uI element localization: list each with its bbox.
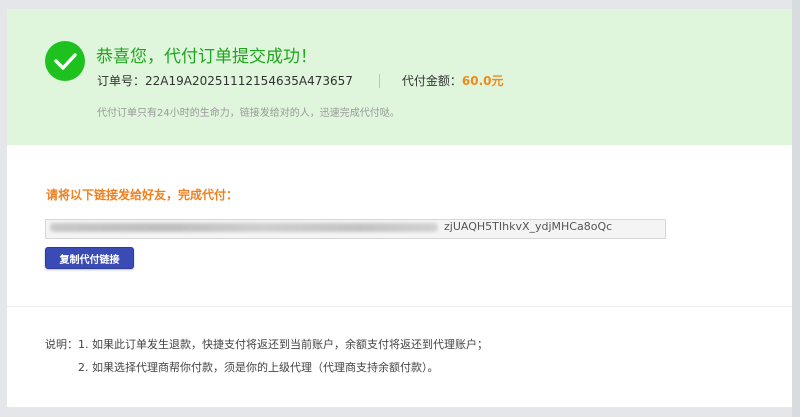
order-number: 22A19A20251112154635A473657 xyxy=(145,73,353,88)
description-label: 说明： xyxy=(45,338,78,351)
amount-value: 60.0元 xyxy=(461,74,504,88)
payment-result-card: 恭喜您，代付订单提交成功！ 订单号： 22A19A20251112154635A… xyxy=(7,9,792,407)
check-circle-icon xyxy=(45,41,85,81)
success-banner: 恭喜您，代付订单提交成功！ 订单号： 22A19A20251112154635A… xyxy=(7,9,792,145)
success-title: 恭喜您，代付订单提交成功！ xyxy=(96,47,317,67)
order-number-label: 订单号： xyxy=(97,74,146,88)
meta-divider xyxy=(378,73,380,88)
description-item-1: 1. 如果此订单发生退款，快捷支付将返还到当前账户，余额支付将返还到代理账户； xyxy=(78,338,488,351)
copy-link-button[interactable]: 复制代付链接 xyxy=(45,247,134,269)
share-heading: 请将以下链接发给好友，完成代付： xyxy=(46,188,239,202)
blurred-link-prefix xyxy=(50,222,438,232)
order-meta: 订单号： 22A19A20251112154635A473657 代付金额： 6… xyxy=(97,72,504,89)
validity-note: 代付订单只有24小时的生命力，链接发给对的人，迅速完成代付哒。 xyxy=(97,108,400,119)
payment-link-tail: zjUAQH5TIhkvX_ydjMHCa8oQc xyxy=(444,220,613,233)
amount-label: 代付金额： xyxy=(401,74,462,88)
payment-link-field[interactable]: zjUAQH5TIhkvX_ydjMHCa8oQc xyxy=(45,219,666,239)
page-edge xyxy=(792,0,800,417)
description-item-2: 2. 如果选择代理商帮你付款，须是你的上级代理（代理商支持余额付款）。 xyxy=(78,361,439,374)
section-divider xyxy=(7,306,792,307)
